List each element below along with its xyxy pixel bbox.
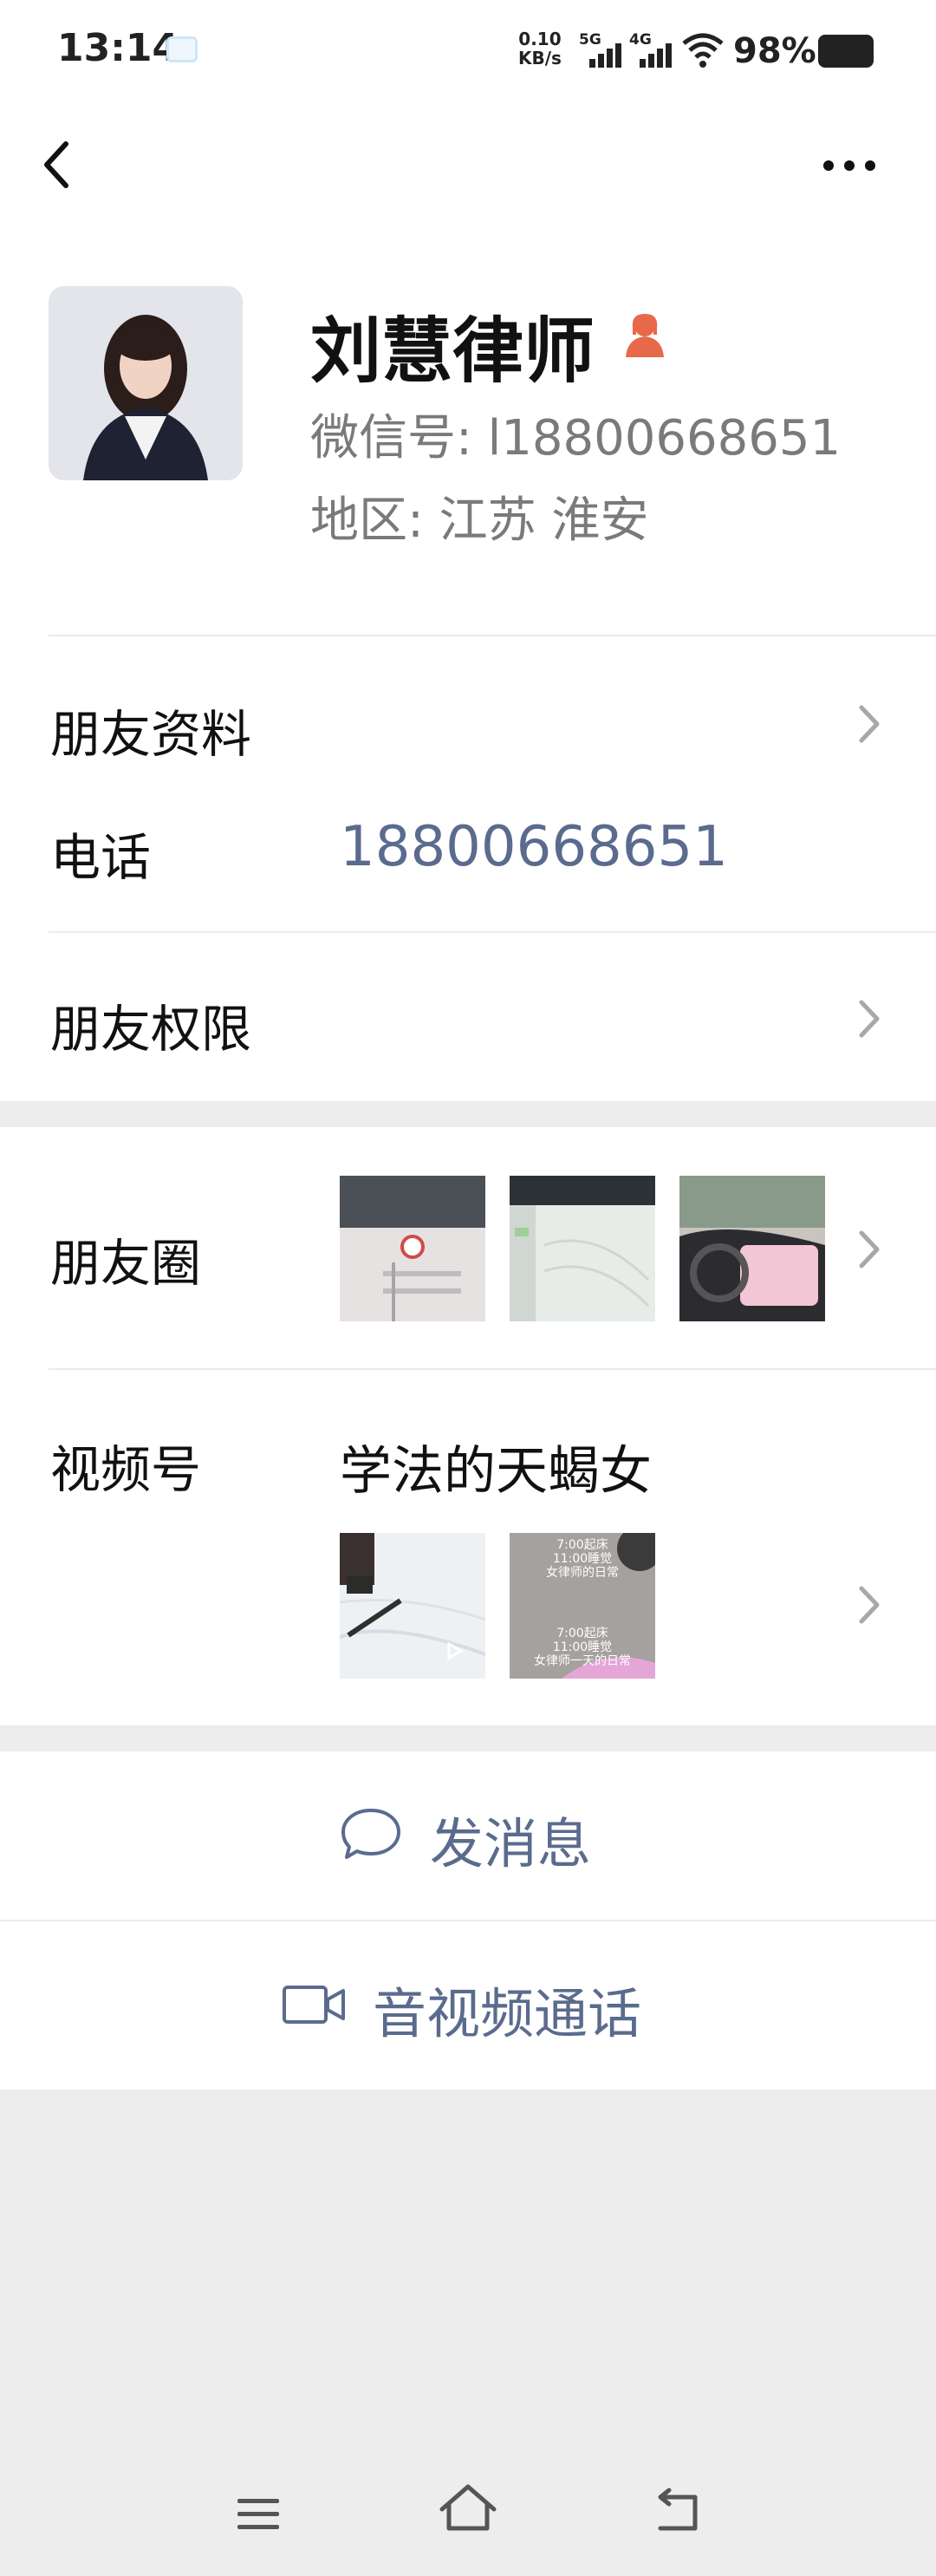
video-camera-icon <box>283 1986 345 2024</box>
wifi-icon <box>682 33 724 68</box>
back-button[interactable] <box>35 130 87 199</box>
battery-percent: 98% <box>733 31 816 71</box>
channel-video-thumbnail[interactable]: 7:00起床 11:00睡觉 女律师的日常 7:00起床 11:00睡觉 女律师… <box>510 1533 655 1679</box>
channel-video-photo: 7:00起床 11:00睡觉 女律师的日常 7:00起床 11:00睡觉 女律师… <box>510 1533 655 1679</box>
back-nav-icon <box>658 2488 698 2531</box>
more-button[interactable] <box>815 139 884 191</box>
chevron-right-icon <box>859 1230 880 1268</box>
avatar[interactable] <box>49 286 243 480</box>
more-dot <box>844 160 855 171</box>
chevron-right-icon <box>859 1586 880 1624</box>
signal-bar <box>648 54 654 68</box>
nav-home-button[interactable] <box>433 2478 503 2539</box>
nav-back-button[interactable] <box>648 2483 709 2539</box>
phone-label: 电话 <box>50 828 152 887</box>
region: 地区: 江苏 淮安 <box>310 492 649 549</box>
channel-video-thumbnail[interactable] <box>340 1533 485 1679</box>
friend-info-label: 朋友资料 <box>50 705 252 764</box>
moments-thumbnail[interactable] <box>679 1176 825 1321</box>
more-dot <box>865 160 875 171</box>
video-caption-line: 女律师的日常 <box>546 1565 619 1580</box>
chevron-right-icon <box>859 705 880 743</box>
signal-5g-label: 5G <box>579 31 601 49</box>
profile-name: 刘慧律师 <box>310 310 595 393</box>
chevron-right-icon <box>859 1000 880 1038</box>
battery-icon <box>818 35 874 68</box>
send-message-button[interactable]: 发消息 <box>0 1751 936 1920</box>
permissions-label: 朋友权限 <box>50 1000 252 1059</box>
network-speed: 0.10 KB/s <box>518 29 562 68</box>
signal-5g-icon: 5G <box>579 31 622 71</box>
send-message-label: 发消息 <box>430 1812 592 1875</box>
status-time: 13:14 <box>57 26 179 70</box>
moments-thumbnail[interactable] <box>340 1176 485 1321</box>
signal-bar <box>607 49 613 68</box>
chevron-left-icon <box>44 141 68 188</box>
video-caption-line: 11:00睡觉 <box>553 1552 612 1566</box>
video-caption-line: 女律师一天的日常 <box>534 1653 631 1668</box>
moments-photo <box>510 1176 655 1321</box>
phone-number-link[interactable]: 18800668651 <box>340 815 728 879</box>
more-dot <box>823 160 834 171</box>
avatar-photo <box>49 286 243 480</box>
signal-4g-label: 4G <box>629 31 652 49</box>
signal-bar <box>589 59 595 68</box>
moments-photo <box>679 1176 825 1321</box>
home-icon <box>439 2484 497 2531</box>
female-icon <box>626 314 664 357</box>
moments-thumbnail[interactable] <box>510 1176 655 1321</box>
wechat-id: 微信号: l18800668651 <box>310 410 842 466</box>
signal-bar <box>640 59 646 68</box>
chat-bubble-icon <box>341 1809 400 1859</box>
signal-bar <box>615 43 621 68</box>
channels-label: 视频号 <box>50 1440 202 1499</box>
signal-bar <box>666 43 672 68</box>
signal-bar <box>598 54 604 68</box>
moments-photo <box>340 1176 485 1321</box>
video-caption-line: 7:00起床 <box>556 1538 608 1552</box>
channel-video-photo <box>340 1533 485 1679</box>
network-speed-value: 0.10 <box>518 29 562 49</box>
video-call-button[interactable]: 音视频通话 <box>0 1921 936 2090</box>
menu-icon <box>237 2499 279 2529</box>
video-call-label: 音视频通话 <box>373 1982 642 2045</box>
network-speed-unit: KB/s <box>518 48 562 68</box>
video-caption-line: 7:00起床 <box>556 1627 608 1640</box>
signal-4g-icon: 4G <box>629 31 673 71</box>
signal-bar <box>657 49 663 68</box>
nav-menu-button[interactable] <box>232 2488 284 2540</box>
channel-name: 学法的天蝎女 <box>340 1441 652 1502</box>
video-caption-line: 11:00睡觉 <box>553 1640 612 1654</box>
moments-label: 朋友圈 <box>50 1234 202 1293</box>
notification-app-icon <box>166 36 198 62</box>
